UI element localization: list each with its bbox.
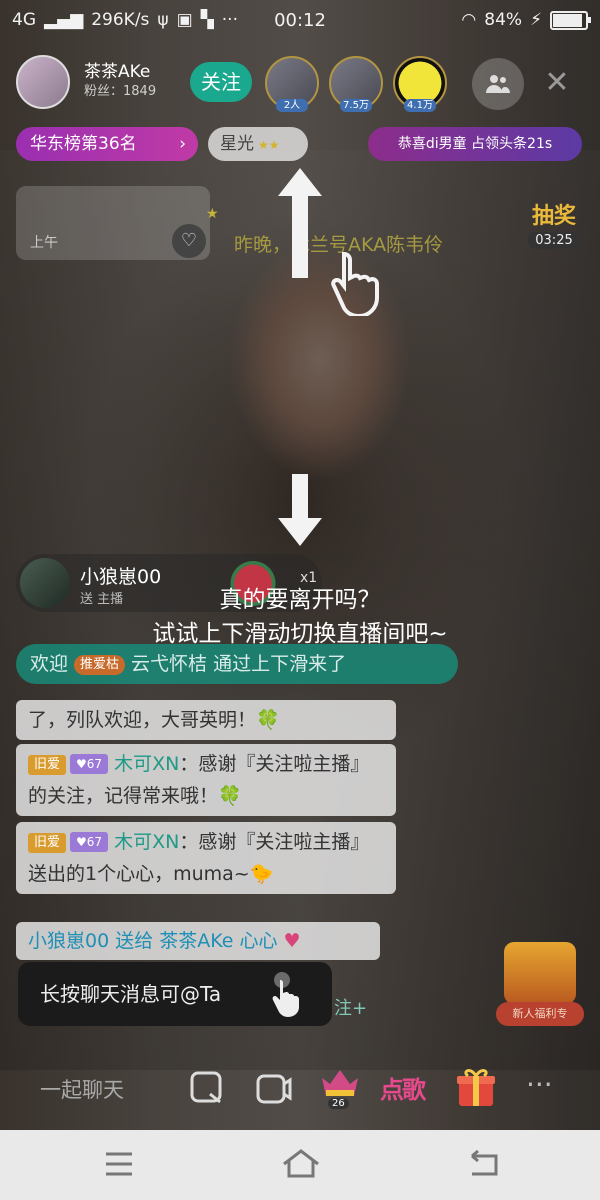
menu-icon[interactable] bbox=[94, 1144, 144, 1184]
viewer-tag: 7.5万 bbox=[340, 99, 372, 112]
chat-username[interactable]: 木可XN bbox=[114, 753, 179, 775]
welcome-prefix: 欢迎 bbox=[30, 653, 69, 675]
gift-chat-line[interactable]: 小狼崽00 送给 茶茶AKe 心心 ♥ bbox=[16, 922, 380, 960]
battery-icon bbox=[550, 10, 591, 30]
star-icon: ★ bbox=[206, 206, 219, 222]
chat-message[interactable]: 旧爱 ♥67 木可XN：感谢『关注啦主播』的关注，记得常来哦！🍀 bbox=[16, 744, 396, 816]
chat-tip-tooltip[interactable]: 长按聊天消息可@Ta bbox=[18, 962, 332, 1026]
viewer-avatar[interactable]: 4.1万 bbox=[393, 56, 447, 112]
newbie-gift-box[interactable]: 新人福利专 bbox=[496, 936, 584, 1028]
chat-input[interactable]: 一起聊天 bbox=[40, 1074, 124, 1104]
user-badge: 推爱枯 bbox=[74, 655, 126, 675]
status-bar: 4G ▂▄▆ 296K/s ψ ▣ ▚ ··· 00:12 ◠ 84% ⚡ bbox=[0, 0, 600, 40]
bottom-toolbar: 一起聊天 26 点歌 ··· bbox=[0, 1050, 600, 1130]
viewer-tag: 4.1万 bbox=[404, 99, 436, 112]
viewer-avatar[interactable]: 2人 bbox=[265, 56, 319, 112]
leave-hint-title: 真的要离开吗？ bbox=[219, 587, 381, 613]
fan-level: 26 bbox=[328, 1098, 349, 1109]
status-right: ◠ 84% ⚡ bbox=[461, 10, 591, 30]
follow-button[interactable]: 关注 bbox=[190, 62, 252, 102]
heart-icon[interactable]: ♡ bbox=[172, 224, 206, 258]
arrow-up-icon bbox=[278, 168, 322, 278]
lottery-label: 抽奖 bbox=[531, 204, 576, 229]
people-icon bbox=[486, 75, 510, 93]
chevron-right-icon: › bbox=[179, 134, 186, 154]
live-room-screen[interactable]: 4G ▂▄▆ 296K/s ψ ▣ ▚ ··· 00:12 ◠ 84% ⚡ 茶茶… bbox=[0, 0, 600, 1200]
viewer-avatar[interactable]: 7.5万 bbox=[329, 56, 383, 112]
anchor-header[interactable]: 茶茶AKe 粉丝：1849 bbox=[16, 55, 156, 109]
crown-gift-icon bbox=[322, 1070, 358, 1096]
lottery-badge[interactable]: 抽奖 03:25 bbox=[528, 198, 580, 249]
battery-fill bbox=[553, 13, 582, 27]
welcome-message[interactable]: 欢迎 推爱枯 云弋怀桔 通过上下滑来了 bbox=[16, 644, 458, 684]
tooltip-text: 长按聊天消息可@Ta bbox=[40, 982, 222, 1006]
fan-tag: 旧爱 bbox=[28, 755, 67, 775]
level-tag: ♥67 bbox=[70, 754, 109, 774]
song-request-button[interactable]: 点歌 bbox=[380, 1070, 426, 1105]
chat-message[interactable]: 了，列队欢迎，大哥英明！🍀 bbox=[16, 700, 396, 740]
chat-text: 了，列队欢迎，大哥英明！🍀 bbox=[28, 709, 280, 731]
video-link-icon[interactable] bbox=[254, 1068, 294, 1108]
home-icon[interactable] bbox=[276, 1144, 326, 1184]
swipe-hand-icon bbox=[331, 251, 379, 316]
more-button[interactable]: ··· bbox=[526, 1068, 553, 1101]
wifi-icon: ◠ bbox=[461, 10, 477, 30]
anchor-avatar[interactable] bbox=[16, 55, 70, 109]
battery-percent: 84% bbox=[484, 10, 523, 30]
card-label: 上午 bbox=[30, 235, 58, 251]
gift-box-icon bbox=[504, 942, 576, 1004]
message-icon[interactable] bbox=[188, 1068, 228, 1108]
back-icon[interactable] bbox=[458, 1144, 508, 1184]
tap-hand-icon bbox=[272, 972, 299, 1017]
chat-message[interactable]: 旧爱 ♥67 木可XN：感谢『关注啦主播』送出的1个心心，muma~🐤 bbox=[16, 822, 396, 894]
gift-box-label: 新人福利专 bbox=[496, 1002, 584, 1026]
level-tag: ♥67 bbox=[70, 832, 109, 852]
follow-plus-button[interactable]: 注+ bbox=[334, 994, 367, 1020]
anchor-fans: 粉丝：1849 bbox=[84, 84, 157, 99]
charging-icon: ⚡ bbox=[530, 10, 542, 30]
gift-line-text: 小狼崽00 送给 茶茶AKe 心心 bbox=[28, 930, 278, 952]
arrow-down-icon bbox=[278, 474, 322, 546]
rank-pill[interactable]: 华东榜第36名 › bbox=[16, 127, 198, 161]
system-nav-bar bbox=[0, 1130, 600, 1200]
welcome-text: 云弋怀桔 通过上下滑来了 bbox=[131, 653, 347, 675]
rank-label: 华东榜第36名 bbox=[30, 134, 137, 154]
viewer-tag: 2人 bbox=[276, 99, 308, 112]
star-icons: ★★ bbox=[258, 138, 280, 152]
gift-icon[interactable] bbox=[456, 1066, 496, 1108]
close-icon[interactable]: ✕ bbox=[540, 66, 574, 100]
anchor-info: 茶茶AKe 粉丝：1849 bbox=[84, 63, 156, 101]
starlight-pill[interactable]: 星光 ★★ bbox=[208, 127, 308, 161]
fan-club-icon[interactable]: 26 bbox=[318, 1064, 362, 1114]
audience-list-button[interactable] bbox=[472, 58, 524, 110]
headline-pill[interactable]: 恭喜di男童 占领头条21s bbox=[368, 127, 582, 161]
lottery-timer: 03:25 bbox=[528, 232, 580, 249]
fan-tag: 旧爱 bbox=[28, 833, 67, 853]
leave-hint-subtitle: 试试上下滑动切换直播间吧~ bbox=[152, 621, 448, 647]
heart-icon: ♥ bbox=[283, 930, 301, 952]
chat-username[interactable]: 木可XN bbox=[114, 831, 179, 853]
starlight-label: 星光 bbox=[220, 134, 254, 154]
anchor-name: 茶茶AKe bbox=[84, 62, 151, 82]
top-viewers: 2人 7.5万 4.1万 bbox=[265, 56, 447, 112]
